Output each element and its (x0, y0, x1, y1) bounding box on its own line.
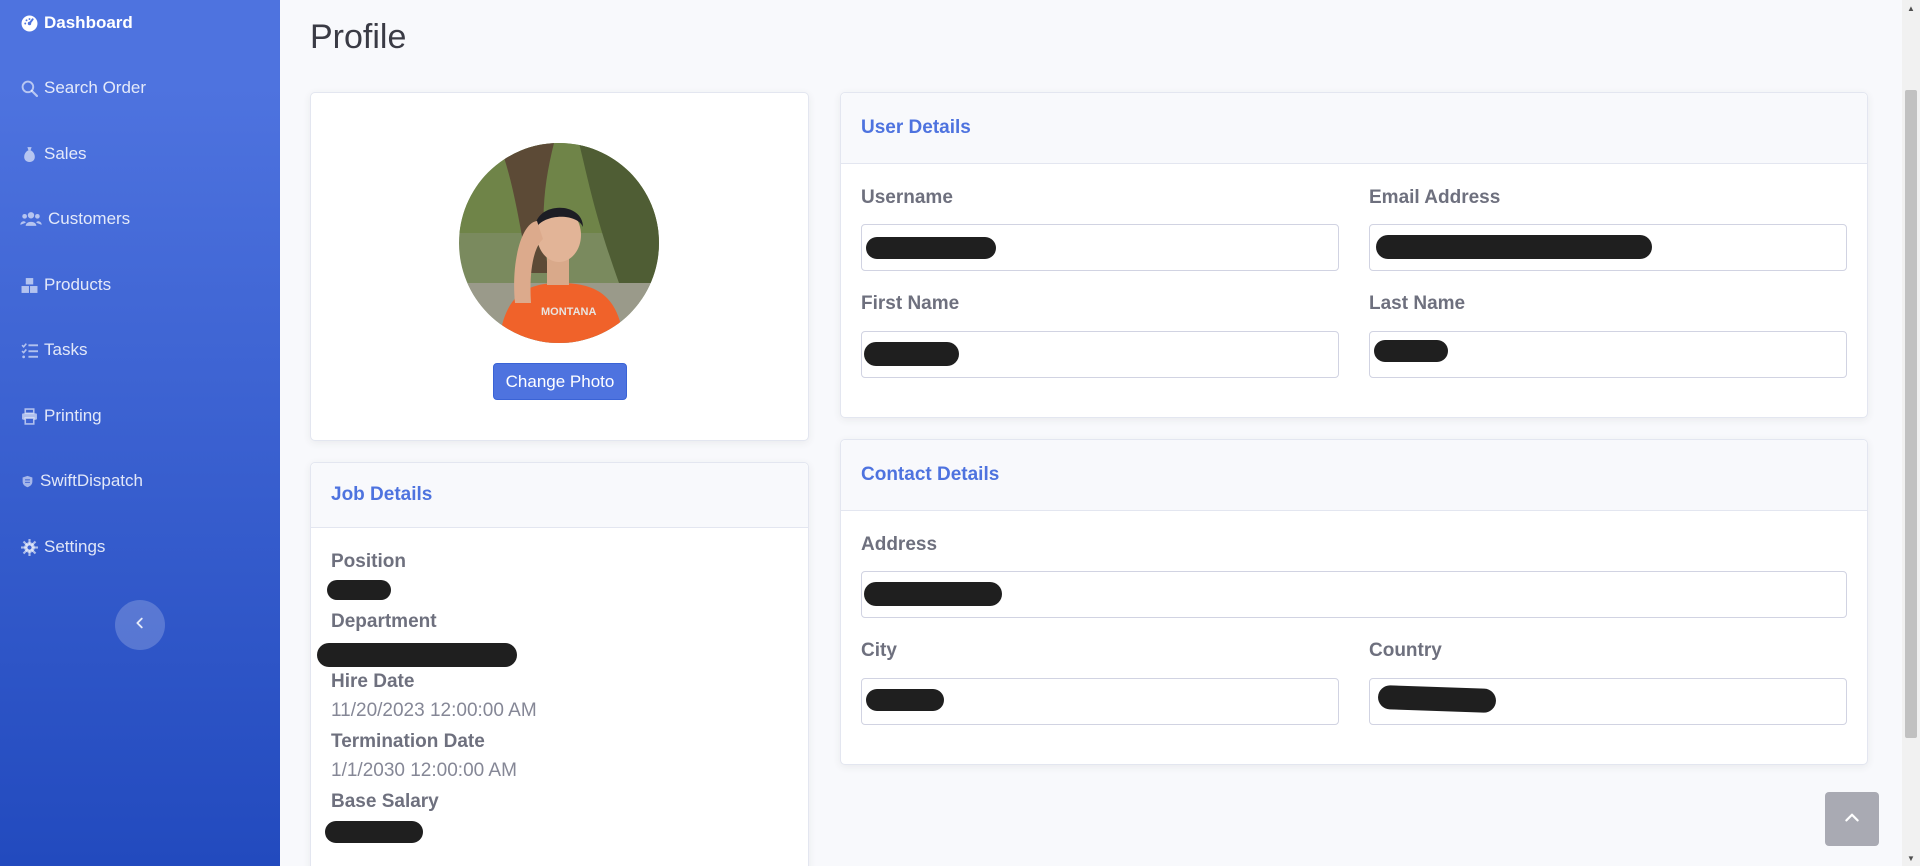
sidebar-item-label: SwiftDispatch (40, 471, 143, 490)
sidebar-item-label: Dashboard (44, 13, 133, 32)
sidebar-item-search-order[interactable]: Search Order (0, 68, 280, 108)
last-name-field[interactable] (1369, 331, 1847, 378)
base-salary-label: Base Salary (331, 791, 439, 812)
hire-date-label: Hire Date (331, 671, 415, 692)
user-details-header: User Details (841, 93, 1867, 164)
gear-icon (20, 538, 38, 556)
sidebar-toggle-button[interactable] (115, 600, 165, 650)
first-name-field[interactable] (861, 331, 1339, 378)
scroll-to-top-button[interactable] (1825, 792, 1879, 846)
username-redacted-value (866, 237, 996, 259)
sidebar-item-label: Customers (48, 209, 131, 228)
sidebar-item-label: Sales (44, 144, 87, 163)
search-icon (20, 79, 38, 97)
sidebar-item-label: Settings (44, 537, 106, 556)
sidebar-item-swiftdispatch[interactable]: SwiftDispatch (0, 461, 280, 501)
page-scrollbar[interactable]: ▲ ▼ (1902, 0, 1920, 866)
contact-details-header: Contact Details (841, 440, 1867, 511)
sidebar-item-customers[interactable]: Customers (0, 199, 280, 239)
username-label: Username (861, 187, 953, 208)
last-name-redacted-value (1374, 340, 1448, 362)
users-icon (20, 210, 42, 228)
change-photo-button[interactable]: Change Photo (493, 363, 627, 400)
last-name-label: Last Name (1369, 293, 1466, 314)
first-name-label: First Name (861, 293, 960, 314)
sidebar-item-dashboard[interactable]: Dashboard (0, 3, 280, 43)
chevron-left-icon (133, 616, 147, 635)
first-name-redacted-value (864, 342, 959, 366)
sidebar-item-printing[interactable]: Printing (0, 396, 280, 436)
avatar: MONTANA (459, 143, 659, 343)
sidebar-item-label: Tasks (44, 340, 88, 359)
sidebar: Dashboard Search Order Sales Customers P… (0, 0, 280, 866)
address-label: Address (861, 534, 938, 555)
base-salary-redacted-value (325, 821, 423, 843)
hire-date-value: 11/20/2023 12:00:00 AM (331, 700, 537, 721)
country-redacted-value (1377, 684, 1497, 714)
city-redacted-value (866, 689, 944, 711)
country-label: Country (1369, 640, 1442, 661)
chevron-up-icon (1843, 808, 1861, 831)
country-field[interactable] (1369, 678, 1847, 725)
department-redacted-value (317, 643, 517, 667)
city-field[interactable] (861, 678, 1339, 725)
email-label: Email Address (1369, 187, 1501, 208)
printer-icon (20, 407, 38, 425)
sidebar-item-products[interactable]: Products (0, 265, 280, 305)
sidebar-item-tasks[interactable]: Tasks (0, 330, 280, 370)
scrollbar-thumb[interactable] (1905, 90, 1917, 738)
position-label: Position (331, 551, 406, 572)
scroll-up-arrow-icon[interactable]: ▲ (1902, 0, 1920, 16)
sidebar-item-sales[interactable]: Sales (0, 134, 280, 174)
scroll-down-arrow-icon[interactable]: ▼ (1902, 850, 1920, 866)
boxes-icon (20, 276, 38, 294)
contact-details-card: Contact Details Address City Country (840, 439, 1868, 765)
svg-text:MONTANA: MONTANA (541, 306, 596, 318)
user-details-card: User Details Username Email Address Firs… (840, 92, 1868, 418)
list-check-icon (20, 341, 38, 359)
address-redacted-value (864, 582, 1002, 606)
sidebar-item-label: Printing (44, 406, 102, 425)
shield-icon (20, 472, 34, 490)
email-redacted-value (1376, 235, 1652, 259)
money-bag-icon (20, 145, 38, 163)
city-label: City (861, 640, 897, 661)
sidebar-item-settings[interactable]: Settings (0, 527, 280, 567)
profile-photo-card: MONTANA Change Photo (310, 92, 809, 441)
sidebar-item-label: Search Order (44, 78, 147, 97)
job-details-header: Job Details (311, 463, 808, 528)
position-redacted-value (327, 580, 391, 600)
termination-date-value: 1/1/2030 12:00:00 AM (331, 760, 517, 781)
termination-date-label: Termination Date (331, 731, 485, 752)
dashboard-icon (20, 14, 38, 32)
sidebar-item-label: Products (44, 275, 112, 294)
username-field[interactable] (861, 224, 1339, 271)
email-field[interactable] (1369, 224, 1847, 271)
department-label: Department (331, 611, 437, 632)
page-title: Profile (310, 18, 407, 56)
job-details-card: Job Details Position Department Hire Dat… (310, 462, 809, 866)
address-field[interactable] (861, 571, 1847, 618)
